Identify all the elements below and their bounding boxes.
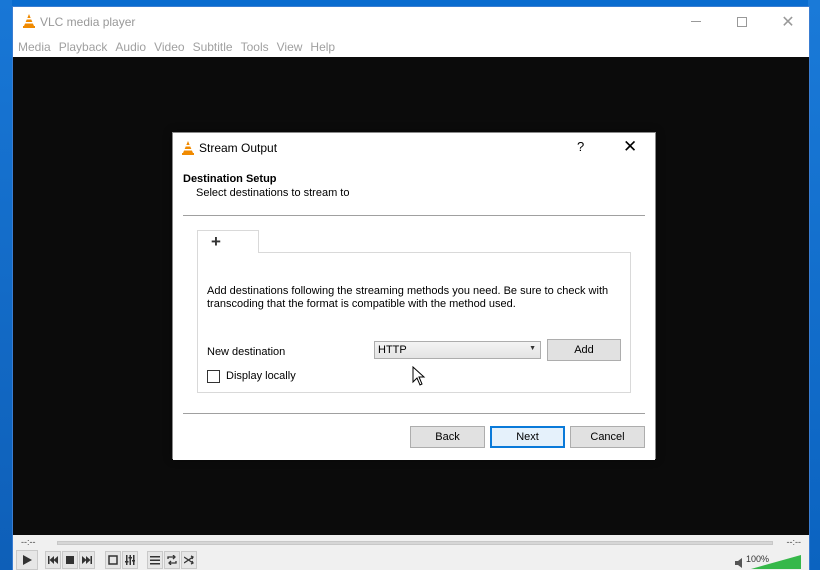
close-icon: ✕ xyxy=(781,13,795,31)
tab-add-destination[interactable]: + xyxy=(197,230,259,253)
section-subheading: Select destinations to stream to xyxy=(196,187,350,199)
section-heading: Destination Setup xyxy=(183,173,277,185)
menu-subtitle[interactable]: Subtitle xyxy=(193,40,233,54)
back-button[interactable]: Back xyxy=(410,426,485,448)
add-button[interactable]: Add xyxy=(547,339,621,361)
menu-audio[interactable]: Audio xyxy=(115,40,146,54)
shuffle-icon xyxy=(184,555,194,565)
play-icon xyxy=(23,555,32,565)
desktop-background-left xyxy=(0,0,12,570)
shuffle-button[interactable] xyxy=(181,551,197,569)
maximize-icon xyxy=(737,16,747,27)
dialog-title: Stream Output xyxy=(199,141,278,155)
divider xyxy=(183,413,645,414)
close-button[interactable]: ✕ xyxy=(765,7,811,36)
plus-icon: + xyxy=(211,232,221,251)
playlist-button[interactable] xyxy=(147,551,163,569)
previous-button[interactable] xyxy=(45,551,61,569)
destination-select[interactable]: HTTP ▼ xyxy=(374,341,541,359)
playback-controls: --:-- --:-- 100% xyxy=(13,535,809,570)
minimize-icon xyxy=(691,21,701,22)
next-button[interactable] xyxy=(79,551,95,569)
menu-tools[interactable]: Tools xyxy=(241,40,269,54)
destination-select-value: HTTP xyxy=(378,344,407,356)
divider xyxy=(183,215,645,216)
menu-media[interactable]: Media xyxy=(18,40,51,54)
dialog-close-button[interactable]: ✕ xyxy=(623,137,637,157)
menu-bar: Media Playback Audio Video Subtitle Tool… xyxy=(13,36,809,57)
display-locally-label[interactable]: Display locally xyxy=(226,370,296,382)
window-titlebar[interactable]: VLC media player ✕ xyxy=(13,7,809,36)
stop-icon xyxy=(66,556,74,564)
stop-button[interactable] xyxy=(62,551,78,569)
equalizer-icon xyxy=(125,555,135,565)
instructions-text: Add destinations following the streaming… xyxy=(207,285,609,310)
dialog-titlebar[interactable]: Stream Output ? ✕ xyxy=(173,133,655,163)
loop-icon xyxy=(167,555,177,565)
app-title: VLC media player xyxy=(40,15,136,29)
dropdown-caret-icon: ▼ xyxy=(529,345,536,352)
dialog-body: Destination Setup Select destinations to… xyxy=(173,163,655,460)
help-button[interactable]: ? xyxy=(577,139,584,154)
mouse-cursor-icon xyxy=(412,366,426,386)
maximize-button[interactable] xyxy=(719,7,765,36)
new-destination-label: New destination xyxy=(207,346,286,358)
total-time: --:-- xyxy=(786,537,802,547)
seek-slider[interactable] xyxy=(57,541,773,545)
play-button[interactable] xyxy=(16,550,38,570)
next-button[interactable]: Next xyxy=(490,426,565,448)
playlist-icon xyxy=(150,556,160,565)
menu-playback[interactable]: Playback xyxy=(59,40,108,54)
loop-button[interactable] xyxy=(164,551,180,569)
vlc-cone-icon xyxy=(182,141,194,155)
fullscreen-button[interactable] xyxy=(105,551,121,569)
elapsed-time: --:-- xyxy=(21,537,36,547)
menu-view[interactable]: View xyxy=(277,40,303,54)
stream-output-dialog: Stream Output ? ✕ Destination Setup Sele… xyxy=(172,132,656,460)
minimize-button[interactable] xyxy=(673,7,719,36)
next-icon xyxy=(82,556,92,564)
fullscreen-icon xyxy=(108,555,118,565)
previous-icon xyxy=(48,556,58,564)
menu-video[interactable]: Video xyxy=(154,40,184,54)
display-locally-checkbox[interactable] xyxy=(207,370,220,383)
volume-slider[interactable] xyxy=(751,555,801,569)
vlc-cone-icon xyxy=(23,14,35,28)
menu-help[interactable]: Help xyxy=(310,40,335,54)
cancel-button[interactable]: Cancel xyxy=(570,426,645,448)
extended-settings-button[interactable] xyxy=(122,551,138,569)
